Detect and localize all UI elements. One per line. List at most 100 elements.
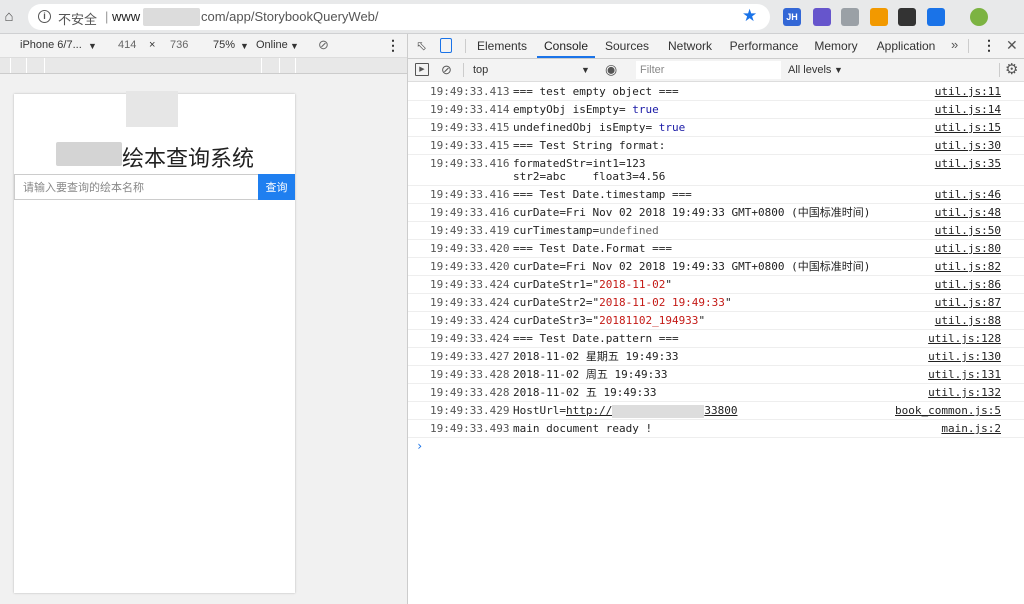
extension-icon[interactable]	[970, 8, 988, 26]
tab-elements[interactable]: Elements	[471, 34, 533, 58]
console-entry: 19:49:33.427 2018-11-02 星期五 19:49:33 util.…	[408, 348, 1024, 366]
log-source-link[interactable]: util.js:80	[935, 240, 1001, 258]
tab-separator	[465, 39, 466, 53]
tab-separator	[999, 63, 1000, 77]
console-toolbar: ▶ ⊘ top ▼ ◉ All levels ▼ ⚙	[408, 59, 1024, 82]
tab-console[interactable]: Console	[537, 34, 595, 58]
eye-icon[interactable]: ◉	[605, 61, 617, 78]
zoom-select[interactable]: 75%	[213, 39, 235, 51]
rotate-icon[interactable]: ⊘	[318, 37, 329, 53]
sidebar-toggle-icon[interactable]: ▶	[415, 63, 429, 76]
log-source-link[interactable]: util.js:15	[935, 119, 1001, 137]
log-text: 2018-11-02 星期五 19:49:33	[513, 350, 679, 363]
close-icon[interactable]: ✕	[1006, 37, 1018, 54]
log-link[interactable]: http://	[566, 404, 612, 417]
search-input[interactable]	[14, 174, 258, 200]
devtools-menu-icon[interactable]: ⋮	[982, 37, 996, 54]
more-tabs-icon[interactable]: »	[951, 37, 958, 52]
console-prompt[interactable]: ›	[416, 439, 423, 453]
log-source-link[interactable]: util.js:87	[935, 294, 1001, 312]
filter-input[interactable]	[636, 61, 781, 79]
console-entry: 19:49:33.415 undefinedObj isEmpty= true ut…	[408, 119, 1024, 137]
settings-gear-icon[interactable]: ⚙	[1005, 60, 1018, 78]
console-entry: 19:49:33.415 === Test String format: util.…	[408, 137, 1024, 155]
extension-icon[interactable]	[841, 8, 859, 26]
log-source-link[interactable]: util.js:11	[935, 83, 1001, 101]
log-message: 2018-11-02 星期五 19:49:33	[513, 348, 678, 366]
levels-select[interactable]: All levels	[788, 64, 831, 76]
chevron-down-icon: ▼	[290, 41, 299, 51]
device-toggle-icon[interactable]	[440, 38, 452, 53]
log-text: === Test Date.Format ===	[513, 242, 672, 255]
extension-icon[interactable]	[870, 8, 888, 26]
address-bar[interactable]: i 不安全 | www com/app/StorybookQueryWeb/ ★	[28, 4, 770, 30]
inspect-element-icon[interactable]: ⬁	[416, 38, 427, 54]
width-input[interactable]: 414	[118, 39, 136, 51]
tab-application[interactable]: Application	[869, 34, 943, 58]
media-query-bar[interactable]	[0, 58, 407, 74]
more-options-icon[interactable]: ⋮	[386, 37, 400, 54]
log-timestamp: 19:49:33.415	[430, 121, 510, 134]
log-text: curDateStr1="	[513, 278, 600, 291]
log-source-link[interactable]: util.js:82	[935, 258, 1001, 276]
log-timestamp: 19:49:33.428	[430, 386, 510, 399]
log-source-link[interactable]: util.js:128	[928, 330, 1001, 348]
log-text: "	[724, 296, 732, 309]
device-select[interactable]: iPhone 6/7...	[20, 39, 82, 51]
log-source-link[interactable]: util.js:88	[935, 312, 1001, 330]
log-source-link[interactable]: util.js:130	[928, 348, 1001, 366]
tab-sources[interactable]: Sources	[598, 34, 656, 58]
log-text: "	[665, 278, 672, 291]
context-select[interactable]: top	[473, 64, 488, 76]
search-button[interactable]: 查询	[258, 174, 295, 200]
console-entry: 19:49:33.414 emptyObj isEmpty= true util.j…	[408, 101, 1024, 119]
log-timestamp: 19:49:33.415	[430, 139, 510, 152]
info-icon[interactable]: i	[38, 10, 51, 23]
log-text: curTimestamp=	[513, 224, 600, 237]
page-title: 绘本查询系统	[122, 147, 255, 172]
log-text: "	[698, 314, 706, 327]
tab-network[interactable]: Network	[660, 34, 720, 58]
log-source-link[interactable]: util.js:50	[935, 222, 1001, 240]
bookmark-star-icon[interactable]: ★	[742, 6, 757, 26]
console-entry: 19:49:33.493 main document ready ! main.js…	[408, 420, 1024, 438]
log-source-link[interactable]: util.js:46	[935, 186, 1001, 204]
log-text: === Test Date.pattern ===	[513, 332, 679, 345]
log-timestamp: 19:49:33.493	[430, 422, 510, 435]
log-source-link[interactable]: book_common.js:5	[895, 402, 1001, 420]
log-source-link[interactable]: util.js:30	[935, 137, 1001, 155]
log-link[interactable]: 33800	[704, 404, 737, 417]
log-text: main document ready !	[513, 422, 653, 435]
tab-memory[interactable]: Memory	[808, 34, 864, 58]
log-source-link[interactable]: util.js:35	[935, 155, 1001, 173]
console-log: 19:49:33.413 === test empty object === uti…	[408, 83, 1024, 604]
height-input[interactable]: 736	[170, 39, 188, 51]
log-source-link[interactable]: util.js:132	[928, 384, 1001, 402]
extension-icon[interactable]	[927, 8, 945, 26]
log-timestamp: 19:49:33.424	[430, 296, 510, 309]
log-text: curDate=Fri Nov 02 2018 19:49:33 GMT+080…	[513, 206, 871, 219]
log-timestamp: 19:49:33.424	[430, 332, 510, 345]
log-timestamp: 19:49:33.413	[430, 85, 510, 98]
console-entry: 19:49:33.416 === Test Date.timestamp === u…	[408, 186, 1024, 204]
log-source-link[interactable]: util.js:131	[928, 366, 1001, 384]
log-source-link[interactable]: util.js:48	[935, 204, 1001, 222]
log-timestamp: 19:49:33.424	[430, 278, 510, 291]
log-source-link[interactable]: util.js:14	[935, 101, 1001, 119]
log-timestamp: 19:49:33.420	[430, 260, 510, 273]
log-message: HostUrl=http:// 33800	[513, 402, 737, 420]
log-text: 2018-11-02 19:49:33	[599, 296, 725, 309]
clear-console-icon[interactable]: ⊘	[441, 62, 452, 78]
log-text: true	[632, 103, 659, 116]
log-source-link[interactable]: main.js:2	[941, 420, 1001, 438]
home-icon[interactable]: ⌂	[0, 8, 18, 26]
log-source-link[interactable]: util.js:86	[935, 276, 1001, 294]
log-timestamp: 19:49:33.414	[430, 103, 510, 116]
log-message: === Test String format:	[513, 137, 665, 155]
log-text: formatedStr=int1=123 str2=abc float3=4.5…	[513, 157, 666, 183]
network-select[interactable]: Online	[256, 39, 288, 51]
tab-performance[interactable]: Performance	[724, 34, 804, 58]
extension-icon[interactable]: JH	[783, 8, 801, 26]
extension-icon[interactable]	[813, 8, 831, 26]
extension-icon[interactable]	[898, 8, 916, 26]
